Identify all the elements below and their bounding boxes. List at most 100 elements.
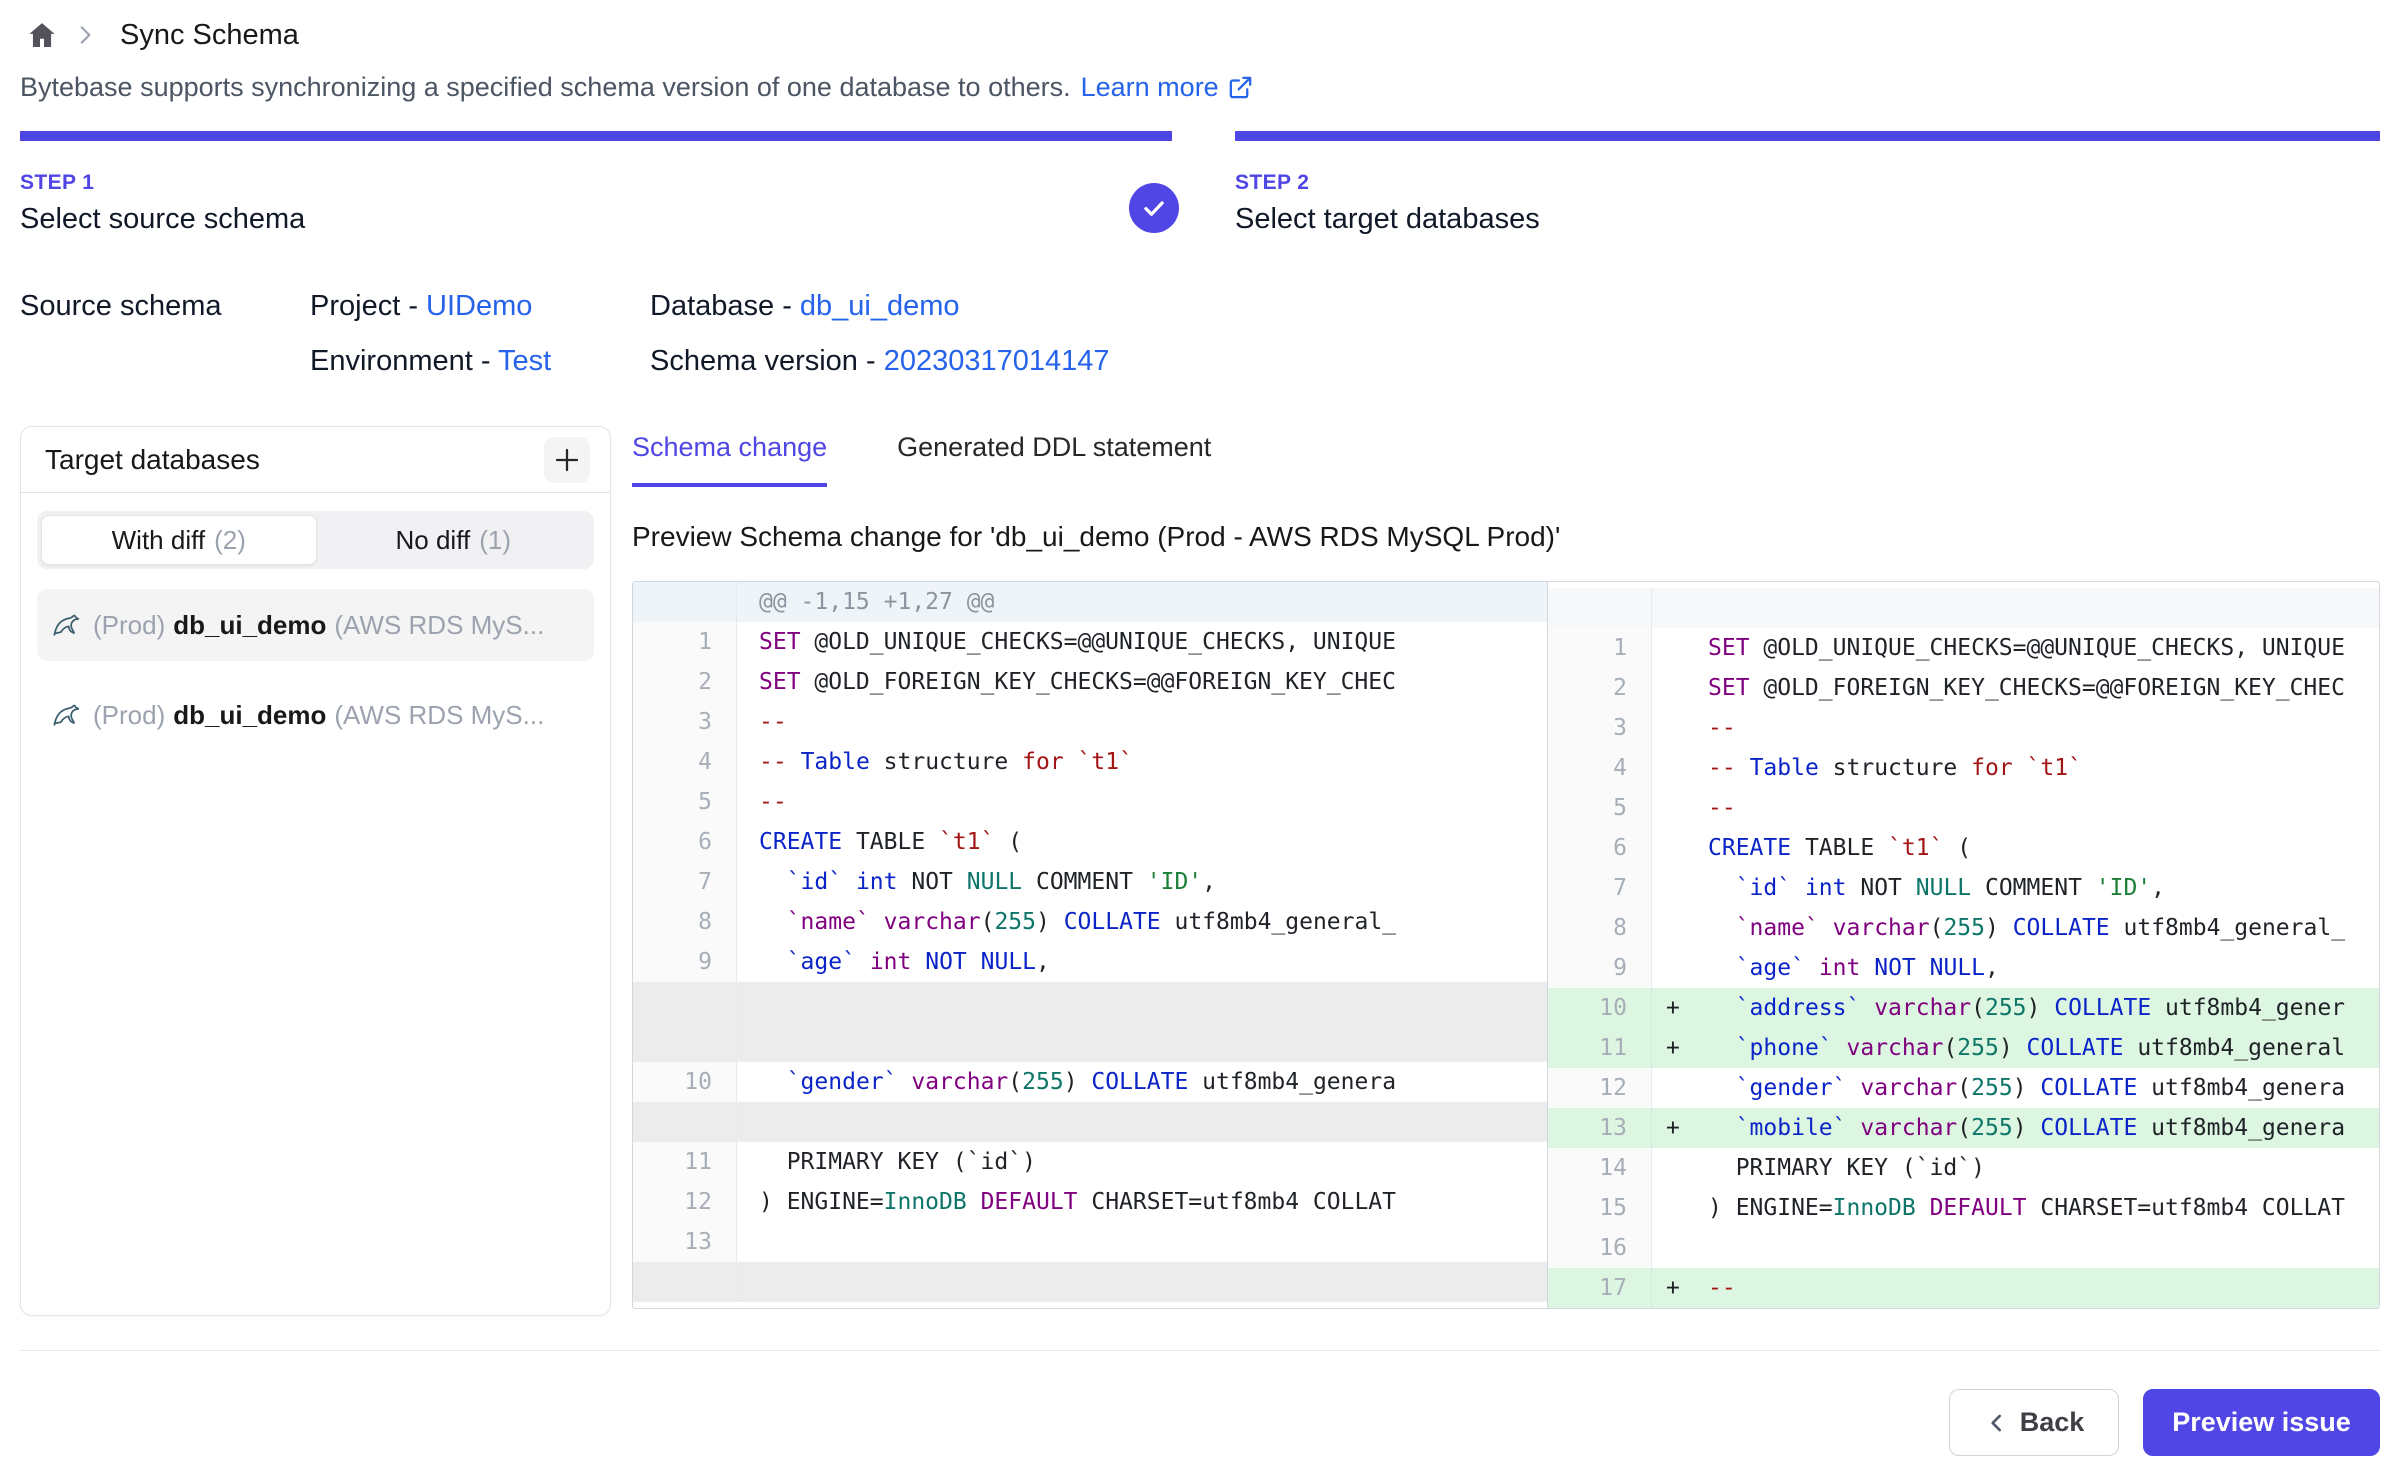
diff-hunk-row: @@ -1,15 +1,27 @@: [633, 582, 1547, 622]
source-field-environment: Environment - Test: [310, 345, 650, 378]
diff-sign: [1652, 748, 1698, 788]
diff-sign: [1652, 1188, 1698, 1228]
line-number: 12: [1548, 1068, 1652, 1108]
code-text: `age` int NOT NULL,: [1698, 948, 2379, 988]
home-icon[interactable]: [26, 19, 58, 51]
code-text: SET @OLD_UNIQUE_CHECKS=@@UNIQUE_CHECKS, …: [737, 622, 1547, 662]
step-1-check-icon: [1129, 183, 1179, 233]
source-schema-summary: Source schema Project - UIDemoDatabase -…: [20, 290, 2380, 378]
line-number: 4: [633, 742, 737, 782]
step-2: STEP 2 Select target databases: [1235, 131, 2380, 236]
target-databases-title: Target databases: [45, 444, 260, 476]
code-text: `phone` varchar(255) COLLATE utf8mb4_gen…: [1698, 1028, 2379, 1068]
database-item[interactable]: (Prod)db_ui_demo(AWS RDS MyS...: [37, 679, 594, 751]
diff-sign: [1652, 668, 1698, 708]
diff-line: 16: [1548, 1228, 2379, 1268]
line-number: 7: [1548, 868, 1652, 908]
database-name: db_ui_demo: [173, 700, 326, 731]
diff-spacer-row: [633, 1022, 1547, 1062]
line-number: 9: [633, 942, 737, 982]
diff-line: 13: [633, 1222, 1547, 1262]
tab-label: No diff: [396, 525, 471, 556]
preview-issue-button[interactable]: Preview issue: [2143, 1389, 2380, 1456]
tab-no-diff[interactable]: No diff(1): [317, 515, 591, 565]
line-number: 17: [1548, 1268, 1652, 1308]
line-number: 13: [1548, 1108, 1652, 1148]
diff-line: 12) ENGINE=InnoDB DEFAULT CHARSET=utf8mb…: [633, 1182, 1547, 1222]
line-number: 8: [633, 902, 737, 942]
line-number: [633, 1102, 737, 1142]
back-button[interactable]: Back: [1949, 1389, 2119, 1456]
breadcrumb: Sync Schema: [26, 14, 2380, 56]
step-1-progress-bar: [20, 131, 1172, 141]
line-number: [633, 1262, 737, 1302]
add-database-button[interactable]: [544, 437, 590, 483]
tab-label: With diff: [112, 525, 205, 556]
diff-sign: [1652, 588, 1698, 628]
diff-line: 9 `age` int NOT NULL,: [633, 942, 1547, 982]
diff-line: 4-- Table structure for `t1`: [1548, 748, 2379, 788]
line-number: 2: [633, 662, 737, 702]
tab-generated-ddl-statement[interactable]: Generated DDL statement: [897, 432, 1211, 487]
tab-with-diff[interactable]: With diff (2): [41, 515, 317, 565]
code-text: [737, 1022, 1547, 1062]
diff-line: 13+ `mobile` varchar(255) COLLATE utf8mb…: [1548, 1108, 2379, 1148]
diff-sign: [1652, 1068, 1698, 1108]
field-value-link-environment[interactable]: Test: [498, 345, 551, 377]
target-databases-header: Target databases: [21, 427, 610, 493]
diff-spacer-row: [633, 982, 1547, 1022]
line-number: 6: [633, 822, 737, 862]
preview-heading: Preview Schema change for 'db_ui_demo (P…: [632, 521, 2380, 553]
tab-schema-change[interactable]: Schema change: [632, 432, 827, 487]
line-number: 4: [1548, 748, 1652, 788]
line-number: 10: [1548, 988, 1652, 1028]
intro-description: Bytebase supports synchronizing a specif…: [20, 72, 1071, 103]
diff-line: 6CREATE TABLE `t1` (: [633, 822, 1547, 862]
diff-line: 3--: [633, 702, 1547, 742]
mysql-icon: [51, 699, 83, 731]
database-list: (Prod)db_ui_demo(AWS RDS MyS...(Prod)db_…: [37, 589, 594, 751]
step-2-label: STEP 2: [1235, 171, 2380, 195]
code-text: @@ -1,15 +1,27 @@: [737, 582, 1547, 622]
code-text: [737, 1222, 1547, 1262]
diff-sign: +: [1652, 1268, 1698, 1308]
code-text: ) ENGINE=InnoDB DEFAULT CHARSET=utf8mb4 …: [737, 1182, 1547, 1222]
diff-line: 1SET @OLD_UNIQUE_CHECKS=@@UNIQUE_CHECKS,…: [633, 622, 1547, 662]
preview-tabs: Schema change Generated DDL statement: [632, 432, 2380, 487]
mysql-icon: [51, 609, 83, 641]
code-text: [737, 1262, 1547, 1302]
instance-suffix: (AWS RDS MyS...: [334, 610, 544, 641]
diff-line: 6CREATE TABLE `t1` (: [1548, 828, 2379, 868]
diff-line: 11 PRIMARY KEY (`id`): [633, 1142, 1547, 1182]
schema-diff-view: @@ -1,15 +1,27 @@1SET @OLD_UNIQUE_CHECKS…: [632, 581, 2380, 1309]
tab-count: (2): [214, 525, 246, 556]
step-1: STEP 1 Select source schema: [20, 131, 1172, 236]
step-2-title: Select target databases: [1235, 203, 2380, 236]
diff-line: 12 `gender` varchar(255) COLLATE utf8mb4…: [1548, 1068, 2379, 1108]
diff-blank-row: [1548, 588, 2379, 628]
line-number: 5: [1548, 788, 1652, 828]
field-value-link-project[interactable]: UIDemo: [426, 290, 532, 322]
diff-sign: [1652, 708, 1698, 748]
diff-sign: [1652, 788, 1698, 828]
database-item[interactable]: (Prod)db_ui_demo(AWS RDS MyS...: [37, 589, 594, 661]
line-number: [633, 982, 737, 1022]
environment-badge: (Prod): [93, 610, 165, 641]
source-schema-label: Source schema: [20, 290, 310, 378]
line-number: [1548, 588, 1652, 628]
diff-sign: [1652, 628, 1698, 668]
step-2-progress-bar: [1235, 131, 2380, 141]
code-text: PRIMARY KEY (`id`): [1698, 1148, 2379, 1188]
line-number: 8: [1548, 908, 1652, 948]
diff-sign: +: [1652, 1028, 1698, 1068]
diff-sign: +: [1652, 988, 1698, 1028]
field-value-link-database[interactable]: db_ui_demo: [800, 290, 960, 322]
code-text: `name` varchar(255) COLLATE utf8mb4_gene…: [737, 902, 1547, 942]
diff-sign: [1652, 828, 1698, 868]
footer-divider: [20, 1350, 2380, 1351]
field-value-link-schema-version[interactable]: 20230317014147: [884, 345, 1110, 377]
line-number: 1: [1548, 628, 1652, 668]
code-text: `id` int NOT NULL COMMENT 'ID',: [1698, 868, 2379, 908]
diff-spacer-row: [633, 1262, 1547, 1302]
learn-more-link[interactable]: Learn more: [1081, 72, 1254, 103]
